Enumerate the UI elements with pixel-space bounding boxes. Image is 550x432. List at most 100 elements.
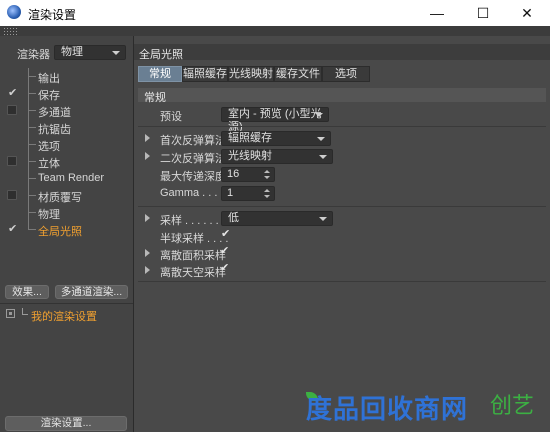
tree-item-material-override[interactable]: 材质覆写 xyxy=(0,187,133,204)
primary-method-row: 首次反弹算法 辐照缓存 xyxy=(138,130,546,147)
tab-cache-files[interactable]: 缓存文件 xyxy=(274,66,322,82)
expand-toggle-icon[interactable] xyxy=(6,309,15,318)
material-override-checkbox[interactable] xyxy=(7,190,17,200)
hemisphere-sampling-row: 半球采样 . . . . ✔ xyxy=(138,228,546,246)
render-settings-item[interactable]: 我的渲染设置 xyxy=(0,306,133,323)
tree-elbow xyxy=(28,127,36,128)
toolbar-grip[interactable] xyxy=(0,26,550,36)
tree-elbow xyxy=(28,229,36,230)
chevron-down-icon xyxy=(315,113,323,117)
expand-arrow-icon[interactable] xyxy=(145,152,150,160)
section-header-general[interactable]: 常规 xyxy=(138,88,546,104)
renderer-label: 渲染器 xyxy=(17,49,50,61)
primary-method-dropdown[interactable]: 辐照缓存 xyxy=(221,131,331,146)
tree-item-options[interactable]: 选项 xyxy=(0,136,133,153)
tree-item-output[interactable]: 输出 xyxy=(0,68,133,85)
preset-label: 预设 xyxy=(160,111,182,123)
tree-elbow xyxy=(28,144,36,145)
discrete-sky-sampling-row: 离散天空采样 ✔ xyxy=(138,262,546,279)
tab-light-mapping[interactable]: 光线映射 xyxy=(228,66,274,82)
expand-arrow-icon[interactable] xyxy=(145,134,150,142)
render-settings-item-label: 我的渲染设置 xyxy=(31,311,97,323)
watermark: 度品回收商网 创艺 xyxy=(300,382,550,432)
max-depth-label: 最大传递深度 xyxy=(160,171,226,183)
tree-item-multipass[interactable]: 多通道 xyxy=(0,102,133,119)
tab-irradiance-cache[interactable]: 辐照缓存 xyxy=(182,66,228,82)
chevron-down-icon xyxy=(112,51,120,55)
discrete-area-sampling-label: 离散面积采样 xyxy=(160,250,226,262)
arrow-down-icon[interactable] xyxy=(264,195,270,198)
settings-panel: 全局光照 常规 辐照缓存 光线映射 缓存文件 选项 常规 预设 室内 - 预览 … xyxy=(134,36,550,432)
renderer-value: 物理 xyxy=(61,46,83,58)
arrow-up-icon[interactable] xyxy=(264,189,270,192)
tree-item-label: 选项 xyxy=(38,141,60,153)
save-checkbox[interactable]: ✔ xyxy=(7,88,17,99)
multipass-checkbox[interactable] xyxy=(7,105,17,115)
global-illumination-checkbox[interactable]: ✔ xyxy=(7,224,17,235)
tree-item-label: 多通道 xyxy=(38,107,71,119)
tree-elbow xyxy=(28,76,36,77)
maximize-button[interactable]: ☐ xyxy=(460,0,506,26)
secondary-method-dropdown[interactable]: 光线映射 xyxy=(221,149,333,164)
tree-elbow xyxy=(22,314,28,315)
arrow-down-icon[interactable] xyxy=(264,176,270,179)
renderer-dropdown[interactable]: 物理 xyxy=(54,45,126,60)
tree-item-label: 立体 xyxy=(38,158,60,170)
hemisphere-sampling-label: 半球采样 . . . . xyxy=(160,233,229,245)
tree-elbow xyxy=(28,93,36,94)
max-depth-input[interactable]: 16 xyxy=(221,167,275,182)
tree-item-label: 全局光照 xyxy=(38,226,82,238)
multipass-render-button[interactable]: 多通道渲染... xyxy=(55,285,128,299)
tree-item-label: 抗锯齿 xyxy=(38,124,71,136)
close-button[interactable]: ✕ xyxy=(504,0,550,26)
sampling-dropdown[interactable]: 低 xyxy=(221,211,333,226)
tree-item-team-render[interactable]: Team Render xyxy=(0,170,133,187)
hemisphere-sampling-checkbox[interactable]: ✔ xyxy=(221,229,230,240)
tab-general[interactable]: 常规 xyxy=(138,66,182,82)
tree-item-label: 保存 xyxy=(38,90,60,102)
arrow-up-icon[interactable] xyxy=(264,170,270,173)
tab-options[interactable]: 选项 xyxy=(322,66,370,82)
tab-bar: 常规 辐照缓存 光线映射 缓存文件 选项 xyxy=(138,66,548,82)
tree-elbow xyxy=(28,110,36,111)
render-settings-button[interactable]: 渲染设置... xyxy=(5,416,127,431)
tree-item-save[interactable]: ✔ 保存 xyxy=(0,85,133,102)
discrete-sky-sampling-checkbox[interactable]: ✔ xyxy=(220,263,229,274)
max-depth-row: 最大传递深度 16 xyxy=(138,166,546,183)
gamma-input[interactable]: 1 xyxy=(221,186,275,201)
tree-item-global-illumination[interactable]: ✔ 全局光照 xyxy=(0,221,133,238)
watermark-text: 度品回收商网 xyxy=(306,395,469,425)
chevron-down-icon xyxy=(319,217,327,221)
chevron-down-icon xyxy=(317,137,325,141)
window-titlebar: 渲染设置 — ☐ ✕ xyxy=(0,0,550,26)
minimize-button[interactable]: — xyxy=(414,0,460,26)
tree-item-label: Team Render xyxy=(38,172,105,184)
tree-item-stereo[interactable]: 立体 xyxy=(0,153,133,170)
expand-arrow-icon[interactable] xyxy=(145,249,150,257)
sidebar-divider xyxy=(0,303,133,304)
tree-elbow xyxy=(28,195,36,196)
grip-dots-icon xyxy=(3,27,17,35)
effects-button[interactable]: 效果... xyxy=(5,285,49,299)
tree-item-antialiasing[interactable]: 抗锯齿 xyxy=(0,119,133,136)
tree-item-label: 材质覆写 xyxy=(38,192,82,204)
tree-item-label: 物理 xyxy=(38,209,60,221)
preset-row: 预设 室内 - 预览 (小型光源) xyxy=(138,106,546,133)
sampling-value: 低 xyxy=(228,212,239,224)
stereo-checkbox[interactable] xyxy=(7,156,17,166)
panel-title: 全局光照 xyxy=(139,49,183,61)
panel-header: 全局光照 xyxy=(134,44,550,61)
max-depth-value: 16 xyxy=(227,168,240,180)
renderer-row: 渲染器 物理 xyxy=(0,44,133,62)
gamma-row: Gamma . . . . 1 xyxy=(138,185,546,201)
expand-arrow-icon[interactable] xyxy=(145,266,150,274)
tree-item-physical[interactable]: 物理 xyxy=(0,204,133,221)
expand-arrow-icon[interactable] xyxy=(145,214,150,222)
tree-item-label: 输出 xyxy=(38,73,60,85)
preset-dropdown[interactable]: 室内 - 预览 (小型光源) xyxy=(221,107,329,133)
section-title: 常规 xyxy=(144,92,166,104)
discrete-area-sampling-checkbox[interactable]: ✔ xyxy=(220,246,229,257)
cinema4d-app-icon xyxy=(7,5,21,19)
sampling-label: 采样 . . . . . . . xyxy=(160,215,225,227)
secondary-method-row: 二次反弹算法 光线映射 xyxy=(138,148,546,165)
